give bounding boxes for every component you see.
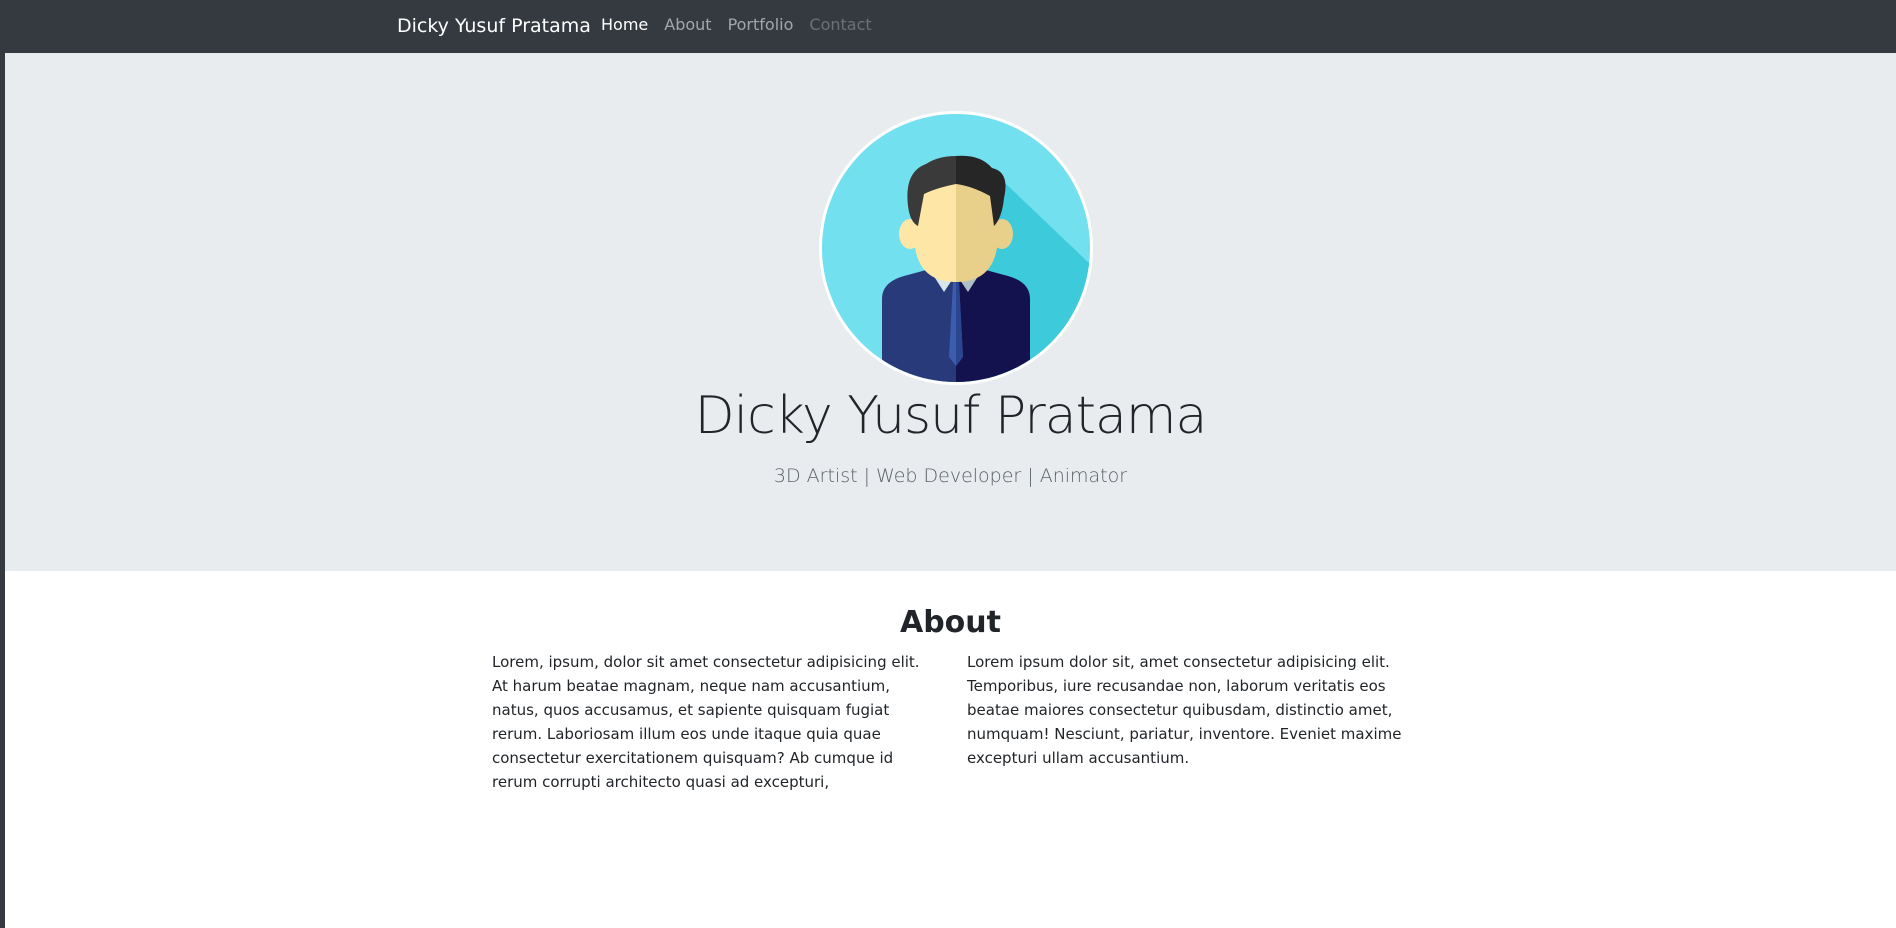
nav-link-portfolio[interactable]: Portfolio xyxy=(728,15,794,34)
person-avatar-icon xyxy=(819,111,1093,385)
about-paragraph-left: Lorem, ipsum, dolor sit amet consectetur… xyxy=(492,653,920,791)
navbar-brand[interactable]: Dicky Yusuf Pratama xyxy=(397,13,591,39)
navbar: Dicky Yusuf Pratama Home About Portfolio… xyxy=(0,0,1896,53)
avatar-illustration xyxy=(822,114,1090,382)
hero-tagline: 3D Artist | Web Developer | Animator xyxy=(773,465,1128,487)
nav-item-about: About xyxy=(664,14,711,36)
nav-item-portfolio: Portfolio xyxy=(728,14,794,36)
hero-name: Dicky Yusuf Pratama xyxy=(694,386,1208,446)
about-paragraph-right: Lorem ipsum dolor sit, amet consectetur … xyxy=(967,653,1402,767)
nav-item-contact: Contact xyxy=(809,14,871,36)
nav-link-about[interactable]: About xyxy=(664,15,711,34)
nav-item-home: Home xyxy=(601,14,648,36)
window-edge xyxy=(0,0,5,928)
nav-links: Home About Portfolio Contact xyxy=(601,14,872,36)
about-title: About xyxy=(899,605,1001,640)
nav-link-home[interactable]: Home xyxy=(601,15,648,34)
nav-link-contact[interactable]: Contact xyxy=(809,15,871,34)
hero-jumbotron: Dicky Yusuf Pratama 3D Artist | Web Deve… xyxy=(5,53,1896,571)
